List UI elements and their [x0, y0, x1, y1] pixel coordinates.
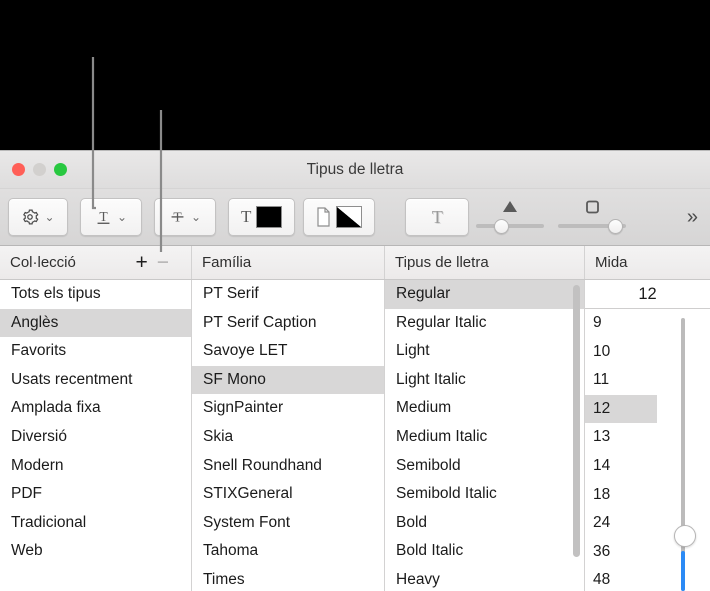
list-item[interactable]: Web [0, 537, 191, 566]
gear-icon [23, 209, 39, 225]
family-list[interactable]: PT Serif PT Serif Caption Savoye LET SF … [192, 280, 385, 591]
strikethrough-button[interactable]: T ⌄ [154, 198, 216, 236]
list-item[interactable]: Medium Italic [385, 423, 584, 452]
list-item[interactable]: Savoye LET [192, 337, 384, 366]
list-item[interactable]: 14 [585, 452, 710, 481]
chevron-down-icon: ⌄ [190, 210, 202, 224]
list-item[interactable]: Favorits [0, 337, 191, 366]
font-panel-window: Tipus de lletra ⌄ T ⌄ T ⌄ T T » Col·lecc… [0, 150, 710, 591]
shadow-opacity-track [476, 224, 545, 228]
column-header-size-label: Mida [595, 254, 628, 271]
column-headers: Col·lecció + − Família Tipus de lletra M… [0, 246, 710, 280]
underline-text-icon: T [97, 208, 110, 224]
list-item[interactable]: SF Mono [192, 365, 384, 395]
size-slider-knob[interactable] [674, 525, 696, 547]
list-item[interactable]: Regular Italic [385, 309, 584, 338]
chevron-down-icon: ⌄ [44, 210, 55, 224]
list-item[interactable]: Modern [0, 452, 191, 481]
list-item[interactable]: PDF [0, 480, 191, 509]
remove-collection-button[interactable]: − [157, 252, 169, 273]
size-slider-fill [681, 551, 685, 591]
shadow-offset-slider[interactable] [556, 198, 628, 236]
list-item[interactable]: Diversió [0, 423, 191, 452]
column-header-typeface-label: Tipus de lletra [395, 254, 489, 271]
size-input[interactable]: 12 [585, 280, 710, 309]
size-slider[interactable] [674, 318, 696, 591]
list-item[interactable]: Bold Italic [385, 537, 584, 566]
shadow-opacity-knob[interactable] [494, 219, 510, 234]
list-item[interactable]: Amplada fixa [0, 394, 191, 423]
list-item[interactable]: Times [192, 566, 384, 591]
column-header-size: Mida [585, 246, 710, 279]
list-item[interactable]: STIXGeneral [192, 480, 384, 509]
strikethrough-text-icon: T [171, 209, 184, 224]
list-item[interactable]: SignPainter [192, 394, 384, 423]
shadow-opacity-slider[interactable] [474, 198, 546, 236]
list-item[interactable]: Light Italic [385, 366, 584, 395]
typeface-scrollbar[interactable] [573, 285, 580, 557]
window-title: Tipus de lletra [306, 161, 404, 178]
document-page-icon [317, 207, 330, 227]
list-item[interactable]: 18 [585, 481, 710, 510]
list-item[interactable]: Tradicional [0, 509, 191, 538]
list-item[interactable]: Bold [385, 509, 584, 538]
list-item[interactable]: 9 [585, 309, 710, 338]
list-item[interactable]: 12 [585, 394, 657, 424]
size-list[interactable]: 9 10 11 12 13 14 18 24 36 48 [585, 309, 710, 591]
list-item[interactable]: Light [385, 337, 584, 366]
list-item[interactable]: Regular [385, 280, 584, 309]
add-collection-button[interactable]: + [135, 252, 147, 273]
text-shadow-button[interactable]: T [405, 198, 470, 236]
chevron-down-icon: ⌄ [116, 210, 128, 224]
list-item[interactable]: 13 [585, 423, 710, 452]
text-color-swatch [256, 206, 283, 228]
window-title-bar: Tipus de lletra [0, 151, 710, 189]
column-header-family: Família [192, 246, 385, 279]
text-color-button[interactable]: T [228, 198, 296, 236]
list-item[interactable]: Tahoma [192, 537, 384, 566]
underline-button[interactable]: T ⌄ [80, 198, 142, 236]
list-item[interactable]: Usats recentment [0, 366, 191, 395]
list-item[interactable]: Medium [385, 394, 584, 423]
list-item[interactable]: System Font [192, 509, 384, 538]
list-item[interactable]: PT Serif Caption [192, 309, 384, 338]
list-item[interactable]: Skia [192, 423, 384, 452]
list-item[interactable]: 48 [585, 566, 710, 591]
settings-button[interactable]: ⌄ [8, 198, 68, 236]
column-header-collection: Col·lecció + − [0, 246, 192, 279]
font-toolbar: ⌄ T ⌄ T ⌄ T T » [0, 189, 710, 246]
toolbar-overflow-button[interactable]: » [687, 206, 698, 229]
font-panel-columns: Tots els tipus Anglès Favorits Usats rec… [0, 280, 710, 591]
document-color-button[interactable] [303, 198, 376, 236]
shadow-offset-knob[interactable] [608, 219, 624, 234]
column-header-family-label: Família [202, 254, 252, 271]
column-header-typeface: Tipus de lletra [385, 246, 585, 279]
text-color-letter: T [241, 207, 252, 226]
list-item[interactable]: Anglès [0, 308, 191, 338]
list-item[interactable]: Semibold Italic [385, 480, 584, 509]
list-item[interactable]: Snell Roundhand [192, 452, 384, 481]
square-icon [556, 200, 628, 216]
list-item[interactable]: Heavy [385, 566, 584, 591]
list-item[interactable]: Tots els tipus [0, 280, 191, 309]
triangle-icon [474, 200, 546, 216]
typeface-list[interactable]: Regular Regular Italic Light Light Itali… [385, 280, 585, 591]
list-item[interactable]: Semibold [385, 452, 584, 481]
document-color-swatch [336, 206, 363, 228]
list-item[interactable]: PT Serif [192, 280, 384, 309]
text-shadow-letter: T [431, 206, 443, 227]
size-column[interactable]: 12 9 10 11 12 13 14 18 24 36 48 [585, 280, 710, 591]
list-item[interactable]: 10 [585, 338, 710, 367]
svg-text:T: T [99, 208, 108, 223]
list-item[interactable]: 11 [585, 366, 710, 395]
column-header-collection-label: Col·lecció [10, 254, 76, 271]
collection-list[interactable]: Tots els tipus Anglès Favorits Usats rec… [0, 280, 192, 591]
